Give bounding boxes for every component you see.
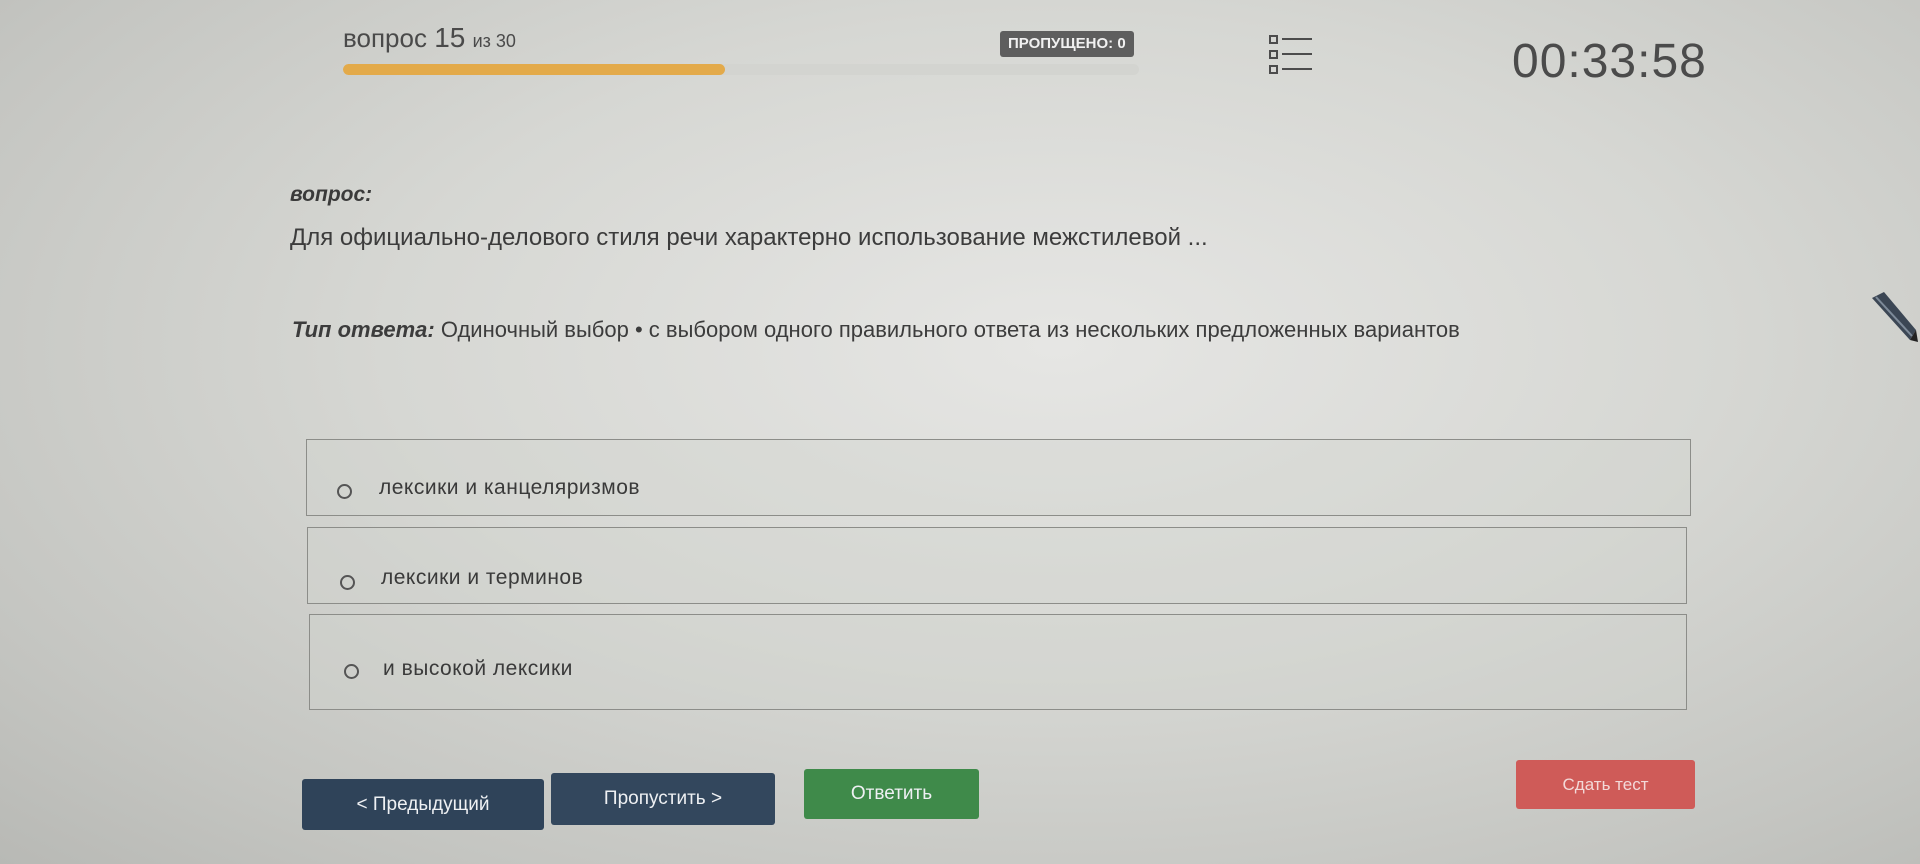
answer-option-label: лексики и канцеляризмов xyxy=(379,476,641,499)
answer-option-2[interactable]: лексики и терминов xyxy=(307,527,1687,604)
question-total: из 30 xyxy=(472,31,516,51)
answer-option-label: лексики и терминов xyxy=(381,566,584,589)
radio-button[interactable] xyxy=(337,484,352,499)
answer-button[interactable]: Ответить xyxy=(804,769,979,819)
question-list-icon[interactable] xyxy=(1268,34,1314,76)
pen-tip-icon xyxy=(1870,290,1920,350)
question-counter: вопрос 15 из 30 xyxy=(343,22,516,54)
progress-bar xyxy=(343,64,1139,75)
question-number: 15 xyxy=(434,22,466,53)
question-word: вопрос xyxy=(343,23,427,53)
previous-button[interactable]: < Предыдущий xyxy=(302,779,544,830)
question-text: Для официально-делового стиля речи харак… xyxy=(290,224,1208,251)
skip-button[interactable]: Пропустить > xyxy=(551,773,775,825)
answer-type: Тип ответа: Одиночный выбор • с выбором … xyxy=(292,317,1460,343)
answer-option-label: и высокой лексики xyxy=(383,657,573,680)
radio-button[interactable] xyxy=(344,664,359,679)
radio-button[interactable] xyxy=(340,575,355,590)
question-label: вопрос: xyxy=(290,183,373,206)
skipped-count-badge: ПРОПУЩЕНО: 0 xyxy=(1000,31,1134,57)
answer-type-label: Тип ответа: xyxy=(292,317,435,342)
answer-type-value: Одиночный выбор • с выбором одного прави… xyxy=(440,317,1460,342)
answer-option-3[interactable]: и высокой лексики xyxy=(309,614,1687,710)
progress-bar-fill xyxy=(343,64,726,75)
answer-option-1[interactable]: лексики и канцеляризмов xyxy=(306,439,1691,516)
finish-test-button[interactable]: Сдать тест xyxy=(1516,760,1695,809)
countdown-timer: 00:33:58 xyxy=(1512,35,1707,88)
